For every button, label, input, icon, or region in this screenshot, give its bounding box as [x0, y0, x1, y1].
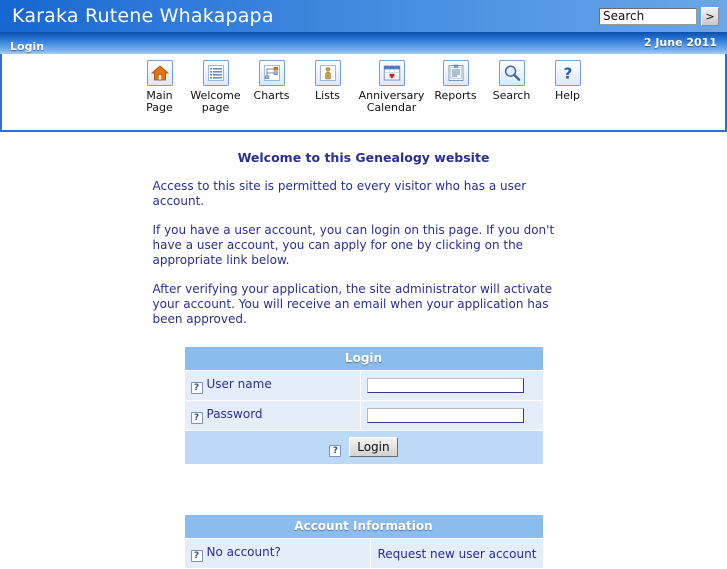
- no-account-row: ? No account? Request new user account: [183, 538, 544, 569]
- toolbar-item-label: Help: [554, 89, 581, 102]
- login-form: Login ? User name ? Password ? Login: [183, 346, 544, 465]
- toolbar-item-label: Reports: [434, 89, 477, 102]
- toolbar-item-main-page[interactable]: Main Page: [132, 60, 188, 114]
- username-input[interactable]: [367, 378, 525, 393]
- login-panel-header-row: Login: [183, 346, 544, 371]
- svg-text:?: ?: [563, 65, 572, 83]
- help-icon[interactable]: ?: [190, 382, 203, 394]
- intro-text: Access to this site is permitted to ever…: [151, 179, 577, 327]
- help-icon[interactable]: ?: [190, 550, 203, 562]
- account-information-panel: Account Information ? No account? Request…: [183, 514, 544, 569]
- no-account-label: No account?: [206, 545, 281, 559]
- toolbar-item-label: Search: [492, 89, 531, 102]
- toolbar-item-lists[interactable]: Lists: [300, 60, 356, 102]
- search-input[interactable]: [599, 7, 697, 25]
- question-icon: ?: [554, 60, 581, 86]
- login-submit-cell: ? Login: [183, 430, 544, 465]
- main-content: Welcome to this Genealogy website Access…: [0, 132, 727, 569]
- intro-paragraph: After verifying your application, the si…: [152, 282, 553, 326]
- current-date: 2 June 2011: [643, 36, 717, 49]
- username-label-cell: ? User name: [183, 370, 362, 401]
- toolbar-item-charts[interactable]: Charts: [244, 60, 300, 102]
- calendar-heart-icon: [378, 60, 405, 86]
- toolbar-item-label: Welcome page: [190, 89, 241, 114]
- site-header: Karaka Rutene Whakapapa >: [0, 0, 727, 32]
- login-submit-row: ? Login: [183, 430, 544, 465]
- toolbar-item-label: Main Page: [146, 89, 173, 114]
- toolbar-item-search[interactable]: Search: [484, 60, 540, 102]
- welcome-heading: Welcome to this Genealogy website: [237, 150, 490, 165]
- toolbar-item-anniversary-calendar[interactable]: Anniversary Calendar: [356, 60, 428, 114]
- password-row: ? Password: [183, 400, 544, 431]
- magnifier-icon: [498, 60, 525, 86]
- header-search: >: [599, 6, 719, 26]
- intro-paragraph: Access to this site is permitted to ever…: [152, 179, 527, 208]
- list-lines-icon: [202, 60, 229, 86]
- page-title: Karaka Rutene Whakapapa: [12, 4, 274, 27]
- clipboard-icon: [442, 60, 469, 86]
- login-panel-title: Login: [183, 346, 544, 371]
- username-field-cell: [360, 370, 544, 401]
- help-icon[interactable]: ?: [190, 412, 203, 424]
- account-panel-header-row: Account Information: [183, 514, 544, 539]
- toolbar-item-help[interactable]: ? Help: [540, 60, 596, 102]
- password-input[interactable]: [367, 408, 525, 423]
- request-account-cell: Request new user account: [370, 538, 544, 569]
- intro-paragraph: If you have a user account, you can logi…: [152, 223, 555, 267]
- breadcrumb: Login: [10, 40, 45, 53]
- toolbar-item-label: Anniversary Calendar: [358, 89, 425, 114]
- help-icon[interactable]: ?: [329, 445, 342, 457]
- search-submit-button[interactable]: >: [701, 6, 719, 26]
- login-button[interactable]: Login: [349, 437, 398, 457]
- username-row: ? User name: [183, 370, 544, 401]
- toolbar-item-label: Lists: [315, 89, 340, 102]
- home-icon: [146, 60, 173, 86]
- main-toolbar: Main Page Welcome page Charts Lists Anni…: [0, 54, 727, 132]
- chart-tree-icon: [258, 60, 285, 86]
- person-icon: [314, 60, 341, 86]
- password-label: Password: [206, 407, 263, 421]
- username-label: User name: [206, 377, 272, 391]
- no-account-label-cell: ? No account?: [183, 538, 372, 569]
- request-new-user-account-link[interactable]: Request new user account: [377, 547, 536, 561]
- toolbar-item-welcome-page[interactable]: Welcome page: [188, 60, 244, 114]
- password-label-cell: ? Password: [183, 400, 362, 431]
- breadcrumb-bar: Login 2 June 2011: [0, 32, 727, 54]
- toolbar-item-reports[interactable]: Reports: [428, 60, 484, 102]
- password-field-cell: [360, 400, 544, 431]
- toolbar-item-label: Charts: [253, 89, 290, 102]
- account-panel-title: Account Information: [183, 514, 544, 539]
